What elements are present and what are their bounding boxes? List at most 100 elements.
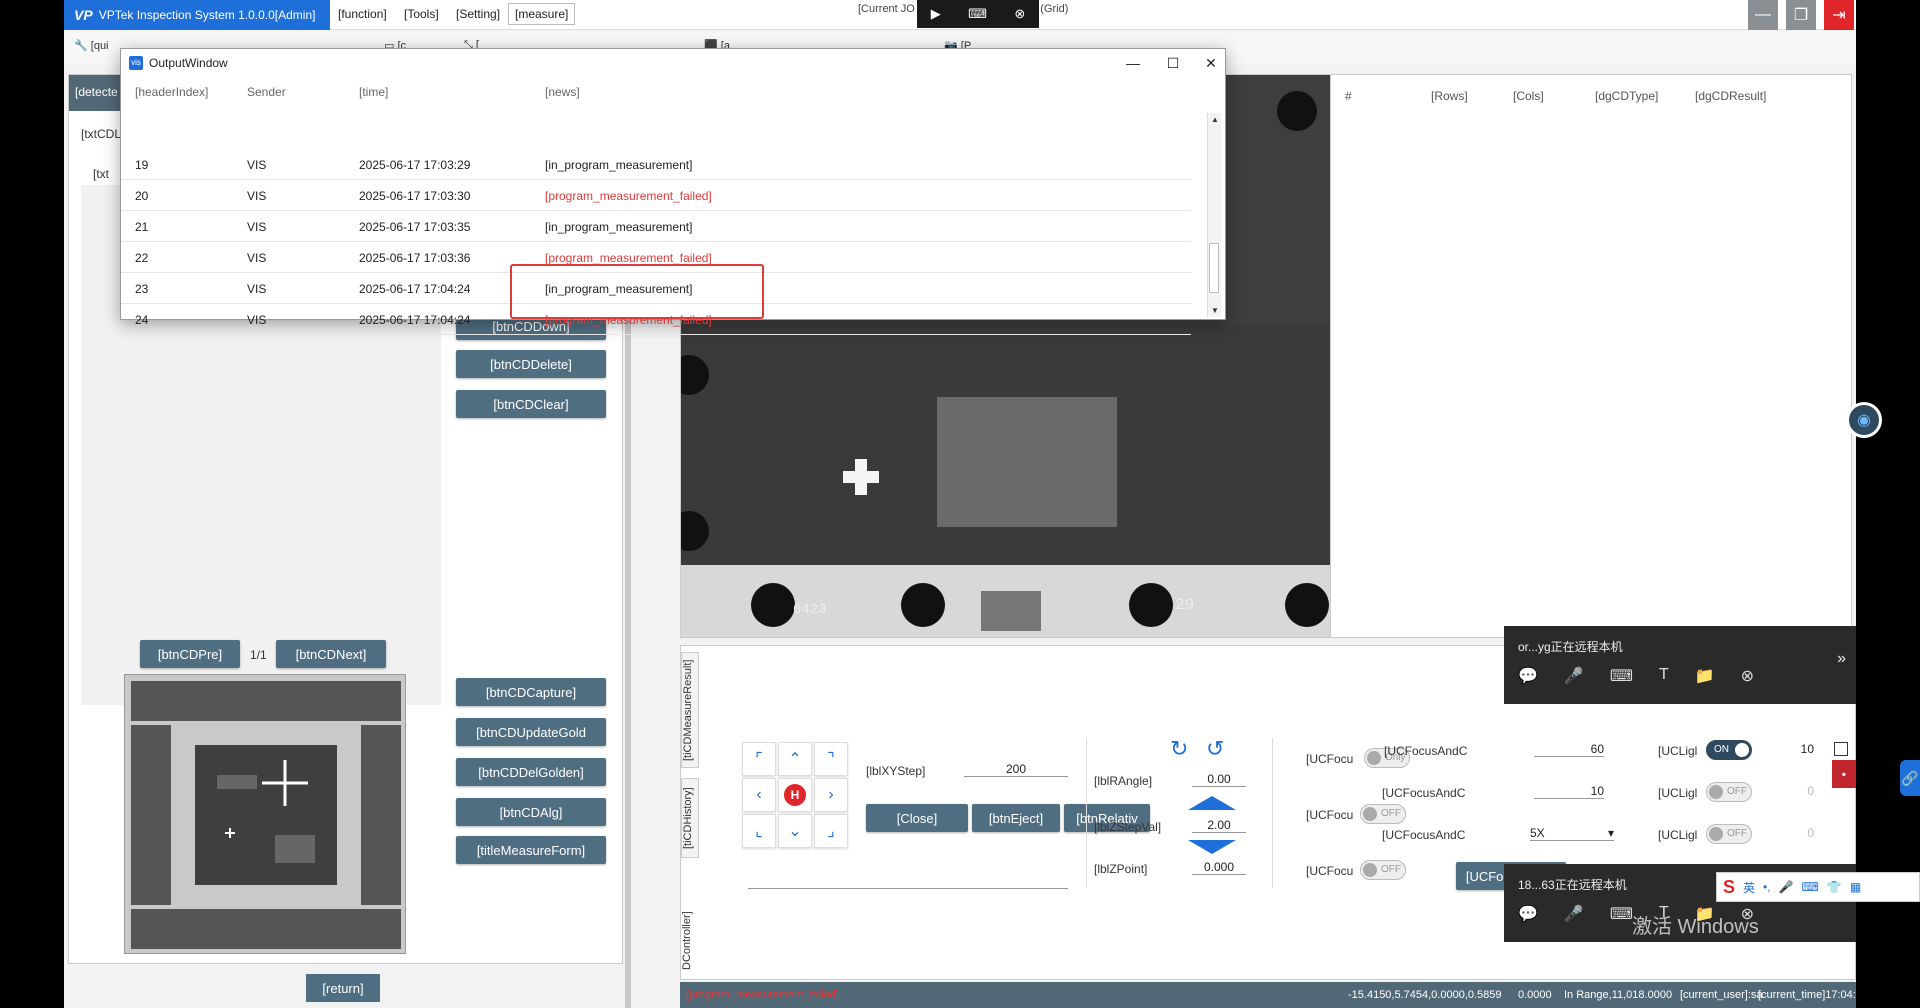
link-icon[interactable]: 🔗 [1900, 760, 1920, 796]
toggle-text: OFF [1727, 786, 1747, 797]
minimize-icon: — [1755, 6, 1771, 23]
light-checkbox[interactable] [1834, 742, 1848, 756]
measure-form-button[interactable]: [titleMeasureForm] [456, 836, 606, 864]
lens-select-value: 5X [1530, 826, 1545, 840]
r-angle-input[interactable]: 0.00 [1192, 772, 1246, 787]
cd-capture-button[interactable]: [btnCDCapture] [456, 678, 606, 706]
light-value[interactable]: 0 [1764, 826, 1814, 840]
close-button[interactable]: [Close] [866, 804, 968, 832]
txt-cd-label: [txtCDL [81, 127, 122, 141]
tab-measure-result[interactable]: [tiCDMeasureResult] [681, 652, 699, 768]
floating-assist-button[interactable]: ◉ [1846, 402, 1882, 438]
activation-watermark-hint: 转到"设置"以激活 Windows。 [1632, 942, 1815, 958]
cd-update-gold-button[interactable]: [btnCDUpdateGold [456, 718, 606, 746]
tab-controller[interactable]: DController] [681, 906, 699, 976]
eject-button[interactable]: [btnEject] [972, 804, 1060, 832]
home-button[interactable]: H [778, 778, 812, 812]
scroll-up-icon[interactable]: ▲ [1211, 115, 1219, 124]
chat-icon[interactable]: 💬 [1518, 904, 1538, 924]
scroll-thumb[interactable] [1209, 243, 1219, 293]
divider [1086, 738, 1087, 888]
focus-toggle[interactable]: OFF [1360, 804, 1406, 824]
rotate-ccw-icon[interactable]: ↺ [1206, 736, 1224, 762]
tab-history[interactable]: [tiCDHistory] [681, 778, 699, 858]
jog-right-icon[interactable]: › [814, 778, 848, 812]
cd-next-button[interactable]: [btnCDNext] [276, 640, 386, 668]
jog-down-icon[interactable]: ⌄ [778, 814, 812, 848]
text-icon[interactable]: T [1659, 666, 1669, 686]
focus-toggle[interactable]: OFF [1360, 860, 1406, 880]
punct-icon[interactable]: •, [1763, 880, 1771, 894]
focus-value-input[interactable]: 60 [1534, 742, 1604, 757]
jog-up-right-icon[interactable]: ⌝ [814, 742, 848, 776]
minimize-icon[interactable]: — [1123, 53, 1143, 73]
menu-function[interactable]: [function] [338, 7, 387, 21]
output-window-titlebar[interactable]: vis OutputWindow [121, 49, 1225, 77]
return-button[interactable]: [return] [306, 974, 380, 1002]
uclight-label: [UCLigl [1658, 786, 1698, 800]
keyboard-icon[interactable]: ⌨ [968, 6, 987, 22]
keyboard-icon[interactable]: ⌨ [1802, 880, 1819, 894]
grid-icon[interactable]: ▦ [1850, 880, 1861, 894]
menu-measure[interactable]: [measure] [508, 3, 576, 25]
z-down-icon[interactable] [1188, 840, 1236, 854]
cell-time: 2025-06-17 17:03:30 [359, 189, 471, 203]
cd-prev-button[interactable]: [btnCDPre] [140, 640, 240, 668]
cd-delete-button[interactable]: [btnCDDelete] [456, 350, 606, 378]
table-row[interactable]: 20 VIS 2025-06-17 17:03:30 [program_measure… [121, 180, 1191, 211]
scroll-down-icon[interactable]: ▼ [1211, 306, 1219, 315]
light-toggle[interactable]: ON [1706, 740, 1752, 760]
table-row[interactable]: 19 VIS 2025-06-17 17:03:29 [in_program_meas… [121, 149, 1191, 180]
light-value[interactable]: 10 [1764, 742, 1814, 756]
cell-index: 20 [135, 189, 149, 203]
jog-up-icon[interactable]: ⌃ [778, 742, 812, 776]
rotate-cw-icon[interactable]: ↻ [1170, 736, 1188, 762]
ucfocus-label: [UCFocu [1306, 752, 1354, 766]
close-icon[interactable]: ✕ [1201, 53, 1221, 73]
minimize-button[interactable]: — [1748, 0, 1778, 30]
light-toggle[interactable]: OFF [1706, 782, 1752, 802]
focus-value-input[interactable]: 10 [1534, 784, 1604, 799]
mic-icon[interactable]: 🎤 [1564, 666, 1584, 686]
menu-tools[interactable]: [Tools] [404, 7, 439, 21]
xy-step-input[interactable]: 200 [964, 762, 1068, 777]
jog-down-left-icon[interactable]: ⌞ [742, 814, 776, 848]
close-circle-icon[interactable]: ⊗ [1014, 6, 1025, 22]
ime-lang[interactable]: 英 [1743, 879, 1755, 896]
mic-icon[interactable]: 🎤 [1779, 880, 1794, 894]
app-title: VPTek Inspection System 1.0.0.0[Admin] [98, 8, 316, 22]
status-range: In Range,11,018.0000 [1564, 989, 1673, 1001]
mic-icon[interactable]: 🎤 [1564, 904, 1584, 924]
chat-icon[interactable]: 💬 [1518, 666, 1538, 686]
output-scrollbar[interactable]: ▲ ▼ [1207, 113, 1221, 317]
restore-button[interactable]: ❐ [1786, 0, 1816, 30]
jog-left-icon[interactable]: ‹ [742, 778, 776, 812]
exit-icon: ⇥ [1832, 7, 1846, 24]
z-up-icon[interactable] [1188, 796, 1236, 810]
ime-logo-icon[interactable]: S [1723, 877, 1735, 898]
menu-setting[interactable]: [Setting] [456, 7, 500, 21]
expand-icon[interactable]: » [1837, 650, 1846, 668]
end-icon[interactable]: ⊗ [1741, 666, 1754, 686]
skin-icon[interactable]: 👕 [1827, 880, 1842, 894]
camera-icon[interactable]: ⌨ [1610, 666, 1633, 686]
cd-del-golden-button[interactable]: [btnCDDelGolden] [456, 758, 606, 786]
maximize-icon[interactable]: ☐ [1163, 53, 1183, 73]
jog-down-right-icon[interactable]: ⌟ [814, 814, 848, 848]
tool-quick[interactable]: 🔧 [qui [74, 39, 109, 52]
pointer-icon[interactable]: ▶ [931, 6, 941, 22]
z-step-input[interactable]: 2.00 [1192, 818, 1246, 833]
z-point-input[interactable]: 0.000 [1192, 860, 1246, 875]
file-icon[interactable]: 📁 [1695, 666, 1715, 686]
status-bar: [program_measurement_failed] -15.4150,5.… [680, 982, 1856, 1008]
light-toggle[interactable]: OFF [1706, 824, 1752, 844]
table-row[interactable]: 21 VIS 2025-06-17 17:03:35 [in_program_meas… [121, 211, 1191, 242]
light-value[interactable]: 0 [1764, 784, 1814, 798]
lens-select[interactable]: 5X ▾ [1530, 826, 1614, 841]
camera-icon[interactable]: ⌨ [1610, 904, 1633, 924]
cd-alg-button[interactable]: [btnCDAlg] [456, 798, 606, 826]
exit-button[interactable]: ⇥ [1824, 0, 1854, 30]
side-tab-icon[interactable]: ▪ [1832, 760, 1856, 788]
jog-up-left-icon[interactable]: ⌜ [742, 742, 776, 776]
cd-clear-button[interactable]: [btnCDClear] [456, 390, 606, 418]
